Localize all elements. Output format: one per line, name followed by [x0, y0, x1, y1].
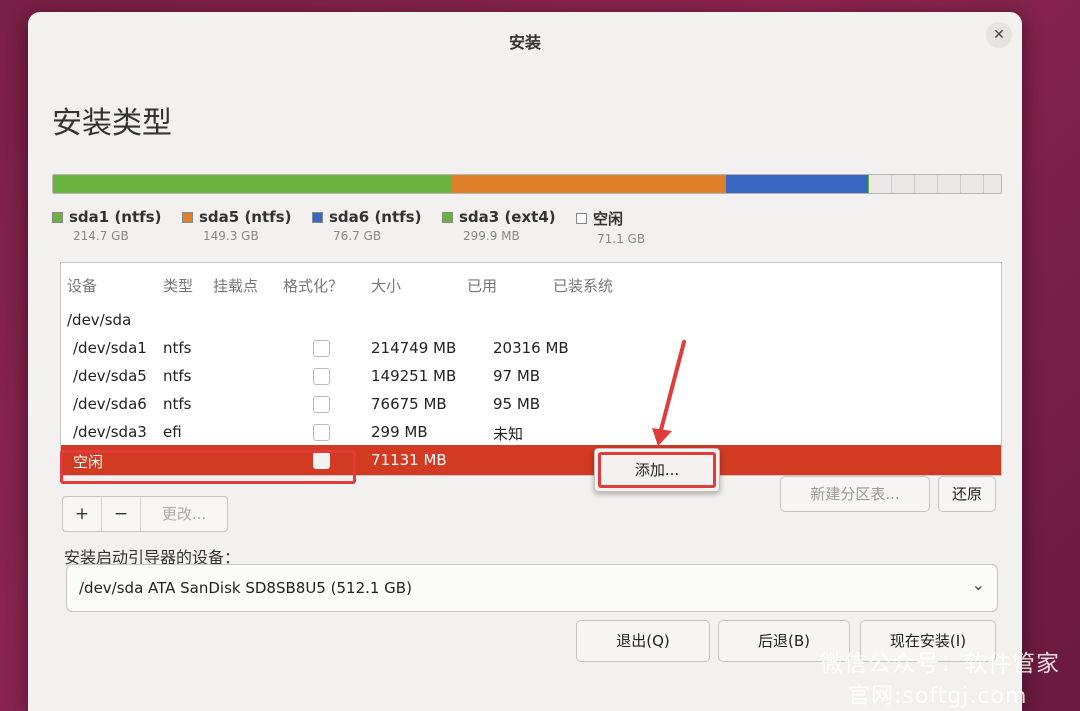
partition-edit-buttons: + − 更改... [62, 496, 228, 532]
close-icon[interactable]: ✕ [986, 22, 1012, 48]
row-type: ntfs [163, 339, 192, 357]
row-device: /dev/sda5 [73, 367, 147, 385]
disk-row[interactable]: /dev/sda [61, 307, 1001, 335]
legend-size: 299.9 MB [463, 229, 520, 243]
format-checkbox[interactable] [313, 340, 330, 357]
legend-swatch [182, 211, 193, 223]
legend-swatch [52, 211, 63, 223]
legend-swatch [312, 211, 323, 223]
format-checkbox[interactable] [313, 396, 330, 413]
watermark-wechat: 微信公众号：软件管家 [820, 651, 1060, 677]
page-title: 安装类型 [52, 106, 172, 141]
row-size: 76675 MB [371, 395, 447, 413]
disk-usage-bar [52, 174, 1002, 194]
disk-segment-free [869, 175, 1001, 193]
header-format[interactable]: 格式化？ [283, 275, 343, 296]
legend-label: sda1 (ntfs) [69, 208, 162, 226]
chevron-down-icon: ⌄ [971, 575, 985, 594]
legend-size: 71.1 GB [597, 232, 646, 246]
partition-table: 设备 类型 挂载点 格式化？ 大小 已用 已装系统 /dev/sda /dev/… [60, 262, 1002, 476]
row-type: ntfs [163, 395, 192, 413]
disk-segment-sda5 [451, 175, 727, 193]
legend-item: 空闲 71.1 GB [576, 208, 645, 246]
legend-swatch [442, 211, 453, 223]
revert-button[interactable]: 还原 [938, 476, 996, 512]
format-checkbox[interactable] [313, 424, 330, 441]
legend-item: sda6 (ntfs) 76.7 GB [312, 208, 421, 243]
bootloader-device-select[interactable]: /dev/sda ATA SanDisk SD8SB8U5 (512.1 GB)… [66, 564, 998, 612]
watermark-site: 官网:softgj.com [848, 684, 1028, 709]
free-row-highlight-annotation [60, 450, 356, 484]
row-size: 149251 MB [371, 367, 457, 385]
window-title: 安装 [508, 33, 541, 52]
row-size: 299 MB [371, 423, 428, 441]
table-row[interactable]: /dev/sda6 ntfs 76675 MB 95 MB [61, 389, 1001, 417]
header-device[interactable]: 设备 [67, 275, 97, 296]
legend-size: 76.7 GB [333, 229, 382, 243]
installer-window: 安装 ✕ 安装类型 sda1 (ntfs) 214.7 GB sda5 (ntfs)… [28, 12, 1022, 711]
add-partition-icon[interactable]: + [63, 497, 102, 531]
table-row[interactable]: /dev/sda1 ntfs 214749 MB 20316 MB [61, 333, 1001, 361]
add-partition-button[interactable]: 添加... [598, 452, 716, 488]
row-used: 97 MB [493, 367, 541, 385]
disk-name: /dev/sda [67, 311, 132, 329]
titlebar: 安装 ✕ [28, 12, 1022, 66]
table-header: 设备 类型 挂载点 格式化？ 大小 已用 已装系统 [61, 263, 1001, 295]
header-mount[interactable]: 挂载点 [213, 275, 258, 296]
legend-label: sda6 (ntfs) [329, 208, 422, 226]
header-used[interactable]: 已用 [467, 275, 497, 296]
remove-partition-icon[interactable]: − [102, 497, 141, 531]
legend-label: sda3 (ext4) [459, 208, 556, 226]
row-type: efi [163, 423, 182, 441]
row-device: /dev/sda1 [73, 339, 147, 357]
legend-label: 空闲 [593, 210, 624, 228]
disk-segment-sda6 [726, 175, 869, 193]
quit-button[interactable]: 退出(Q) [576, 620, 710, 662]
new-partition-table-button[interactable]: 新建分区表... [780, 476, 930, 512]
header-type[interactable]: 类型 [163, 275, 193, 296]
row-used: 95 MB [493, 395, 541, 413]
change-partition-button[interactable]: 更改... [141, 497, 227, 531]
row-device: /dev/sda3 [73, 423, 147, 441]
row-size: 214749 MB [371, 339, 457, 357]
add-partition-popup: 添加... [594, 448, 720, 492]
legend-size: 149.3 GB [203, 229, 259, 243]
format-checkbox[interactable] [313, 368, 330, 385]
row-used: 未知 [493, 425, 524, 443]
row-used: 20316 MB [493, 339, 569, 357]
row-type: ntfs [163, 367, 192, 385]
legend-label: sda5 (ntfs) [199, 208, 292, 226]
header-system[interactable]: 已装系统 [553, 275, 613, 296]
legend-swatch [576, 213, 587, 224]
table-row[interactable]: /dev/sda3 efi 299 MB 未知 [61, 417, 1001, 445]
row-device: /dev/sda6 [73, 395, 147, 413]
disk-segment-sda1 [53, 175, 452, 193]
bootloader-device-value: /dev/sda ATA SanDisk SD8SB8U5 (512.1 GB) [79, 579, 412, 597]
row-size: 71131 MB [371, 451, 447, 469]
legend-item: sda3 (ext4) 299.9 MB [442, 208, 556, 243]
legend-item: sda5 (ntfs) 149.3 GB [182, 208, 291, 243]
header-size[interactable]: 大小 [371, 275, 401, 296]
partition-legend: sda1 (ntfs) 214.7 GB sda5 (ntfs) 149.3 GB sd… [52, 208, 1012, 252]
legend-item: sda1 (ntfs) 214.7 GB [52, 208, 161, 243]
legend-size: 214.7 GB [73, 229, 129, 243]
table-row[interactable]: /dev/sda5 ntfs 149251 MB 97 MB [61, 361, 1001, 389]
